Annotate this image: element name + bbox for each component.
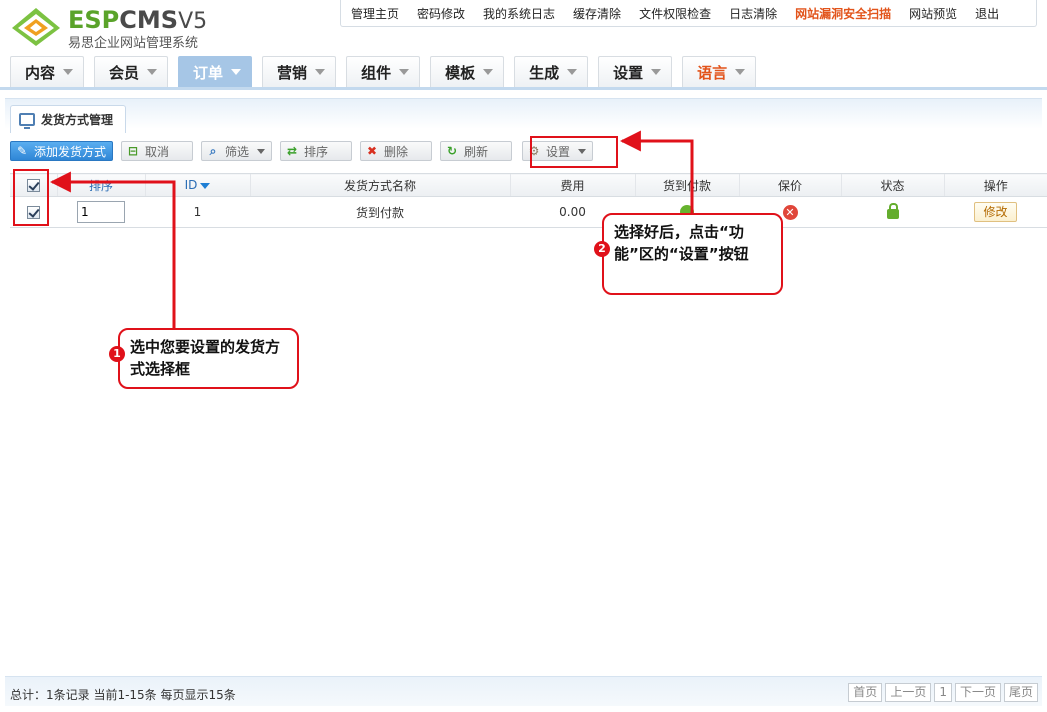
chevron-down-icon: [231, 69, 242, 75]
chevron-down-icon: [63, 69, 74, 75]
record-summary: 总计：1条记录 当前1-15条 每页显示15条: [10, 688, 236, 702]
name-column-header: 发货方式名称: [249, 173, 510, 197]
step-2-badge: 2: [594, 241, 610, 257]
nav-tab-generate[interactable]: 生成: [514, 56, 589, 87]
fee-column-header: 费用: [509, 173, 635, 197]
sort-order-input[interactable]: [77, 201, 125, 223]
chevron-down-icon: [399, 69, 410, 75]
nav-tab-order[interactable]: 订单: [178, 56, 253, 87]
nav-tab-settings[interactable]: 设置: [598, 56, 673, 87]
filter-icon: ⌕: [209, 143, 217, 158]
step-1-badge: 1: [109, 346, 125, 362]
content-panel: 发货方式管理 ✎ 添加发货方式 ⊟ 取消 ⌕ 筛选 ⇄ 排序 ✖ 删除 ↻ 刷新…: [5, 98, 1047, 708]
sort-column-header[interactable]: 排序: [56, 173, 145, 197]
cancel-button[interactable]: ⊟ 取消: [121, 141, 194, 161]
refresh-icon: ↻: [447, 144, 458, 158]
status-column-header: 状态: [840, 173, 944, 197]
sort-desc-icon: [200, 182, 211, 189]
callout-step-1: 选中您要设置的发货方式选择框: [118, 328, 299, 389]
nav-tab-templates[interactable]: 模板: [430, 56, 505, 87]
delete-button[interactable]: ✖ 删除: [360, 141, 433, 161]
topnav-security-scan[interactable]: 网站漏洞安全扫描: [795, 5, 891, 22]
highlight-checkbox-column: [13, 169, 49, 226]
topnav-preview[interactable]: 网站预览: [909, 5, 957, 22]
sort-icon: ⇄: [287, 144, 298, 158]
insured-column-header: 保价: [738, 173, 841, 197]
row-name: 货到付款: [250, 196, 510, 228]
toolbar: ✎ 添加发货方式 ⊟ 取消 ⌕ 筛选 ⇄ 排序 ✖ 删除 ↻ 刷新 ⚙ 设置: [10, 141, 601, 165]
add-doc-icon: ✎: [16, 144, 28, 158]
main-navigation: 内容 会员 订单 营销 组件 模板 生成 设置 语言: [10, 56, 766, 88]
delete-icon: ✖: [367, 144, 378, 158]
highlight-settings-button: [530, 136, 618, 168]
logo-mark-icon: [12, 8, 60, 46]
nav-tab-components[interactable]: 组件: [346, 56, 421, 87]
callout-step-2: 选择好后，点击“功能”区的“设置”按钮: [602, 213, 783, 295]
cancel-icon: ⊟: [127, 144, 139, 158]
chevron-down-icon: [315, 69, 326, 75]
topnav-logout[interactable]: 退出: [975, 5, 999, 22]
row-status-cell: [841, 196, 944, 228]
sort-button[interactable]: ⇄ 排序: [280, 141, 353, 161]
nav-tab-marketing[interactable]: 营销: [262, 56, 337, 87]
topnav-home[interactable]: 管理主页: [351, 5, 399, 22]
espcms-logo: ESPCMSV5 易思企业网站管理系统: [10, 4, 230, 52]
next-page-button[interactable]: 下一页: [954, 683, 1001, 702]
refresh-button[interactable]: ↻ 刷新: [440, 141, 513, 161]
row-action-cell: 修改: [944, 196, 1047, 228]
chevron-down-icon: [147, 69, 158, 75]
topnav-password[interactable]: 密码修改: [417, 5, 465, 22]
unlock-icon[interactable]: [886, 203, 899, 220]
chevron-down-icon: [651, 69, 662, 75]
topnav-my-log[interactable]: 我的系统日志: [483, 5, 555, 22]
logo-subtitle: 易思企业网站管理系统: [68, 36, 199, 51]
nav-tab-content[interactable]: 内容: [10, 56, 85, 87]
chevron-down-icon: [567, 69, 578, 75]
monitor-icon: [19, 113, 35, 129]
panel-tab-shipping-methods[interactable]: 发货方式管理: [10, 105, 127, 133]
chevron-down-icon: [735, 69, 746, 75]
list-footer: 总计：1条记录 当前1-15条 每页显示15条 首页 上一页 1 下一页 尾页: [5, 676, 1042, 706]
pagination: 首页 上一页 1 下一页 尾页: [845, 683, 1038, 702]
chevron-down-icon: [483, 69, 494, 75]
add-shipping-method-button[interactable]: ✎ 添加发货方式: [10, 141, 114, 161]
cod-column-header: 货到付款: [634, 173, 739, 197]
edit-button[interactable]: 修改: [974, 202, 1017, 222]
row-sort-cell: [57, 196, 145, 228]
table-row: 1 货到付款 0.00 ✕ 修改: [10, 196, 1047, 228]
first-page-button[interactable]: 首页: [848, 683, 883, 702]
chevron-down-icon: [257, 148, 266, 154]
shipping-methods-table: 排序 ID 发货方式名称 费用 货到付款 保价 状态 操作 1 货到付款 0.0…: [10, 173, 1047, 228]
topnav-clear-cache[interactable]: 缓存清除: [573, 5, 621, 22]
id-column-header[interactable]: ID: [144, 173, 250, 197]
filter-button[interactable]: ⌕ 筛选: [201, 141, 273, 161]
cross-circle-icon[interactable]: ✕: [782, 204, 798, 220]
nav-tab-language[interactable]: 语言: [682, 56, 757, 87]
topnav-clear-log[interactable]: 日志清除: [729, 5, 777, 22]
top-navigation: 管理主页 密码修改 我的系统日志 缓存清除 文件权限检查 日志清除 网站漏洞安全…: [340, 0, 1037, 27]
table-header-row: 排序 ID 发货方式名称 费用 货到付款 保价 状态 操作: [10, 173, 1047, 197]
last-page-button[interactable]: 尾页: [1003, 683, 1038, 702]
topnav-file-permission[interactable]: 文件权限检查: [639, 5, 711, 22]
prev-page-button[interactable]: 上一页: [885, 683, 932, 702]
action-column-header: 操作: [943, 173, 1047, 197]
nav-underline: [0, 87, 1047, 90]
row-id: 1: [145, 196, 250, 228]
page-number-button[interactable]: 1: [934, 683, 952, 702]
nav-tab-member[interactable]: 会员: [94, 56, 169, 87]
